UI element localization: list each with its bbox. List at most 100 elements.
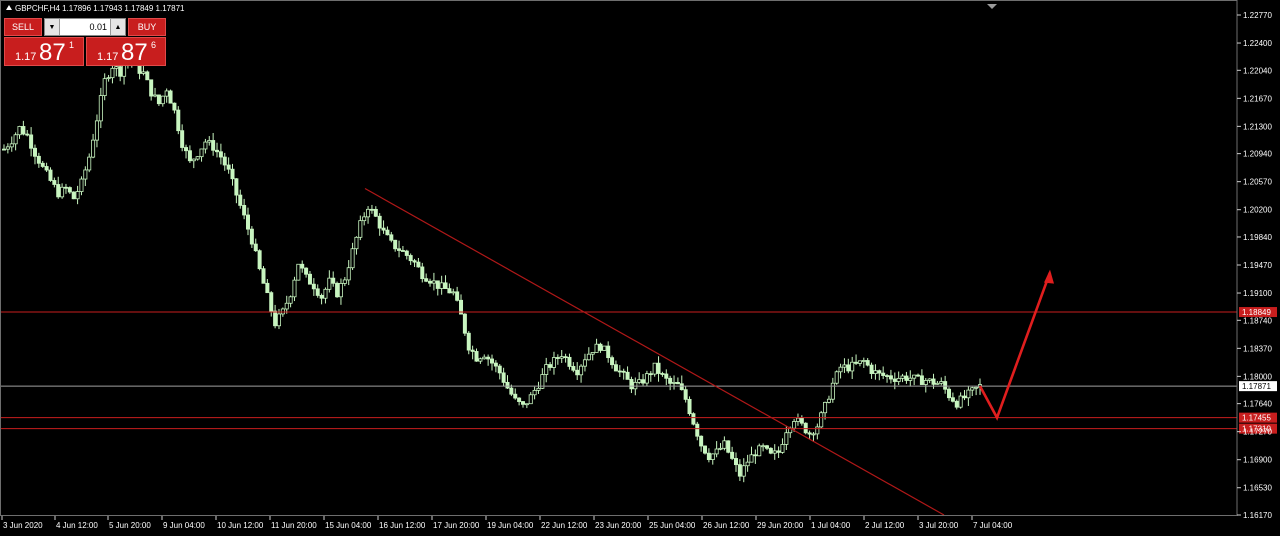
- candle: [699, 435, 704, 452]
- candle-body: [428, 280, 433, 284]
- candle: [94, 114, 99, 148]
- bid-price-box[interactable]: 1.17 87 1: [4, 37, 84, 66]
- buy-button[interactable]: BUY: [128, 18, 166, 36]
- chart-shift-marker-icon[interactable]: [987, 4, 997, 9]
- candle: [431, 272, 436, 291]
- candle-body: [912, 374, 917, 379]
- candle-body: [354, 236, 359, 250]
- candle-body: [226, 164, 231, 170]
- candle-body: [823, 401, 828, 414]
- candle: [741, 458, 746, 483]
- candle-body: [517, 397, 522, 402]
- y-tick-label: 1.16530: [1243, 484, 1272, 493]
- candle-body: [962, 395, 967, 399]
- candle-body: [710, 453, 715, 460]
- projection-arrow[interactable]: [978, 272, 1052, 421]
- candle-body: [292, 279, 297, 298]
- candle-body: [319, 295, 324, 299]
- candle-body: [184, 147, 189, 152]
- candle-body: [803, 422, 808, 434]
- candle-body: [974, 386, 979, 389]
- lot-increase-icon[interactable]: ▲: [110, 19, 125, 35]
- candle: [668, 375, 673, 391]
- x-tick-label: 15 Jun 04:00: [325, 521, 372, 530]
- candle-body: [350, 248, 355, 269]
- candle: [919, 369, 924, 385]
- candle-body: [94, 120, 99, 141]
- candle-body: [571, 366, 576, 371]
- candle-body: [199, 148, 204, 158]
- lot-size-field[interactable]: ▼ 0.01 ▲: [44, 18, 126, 36]
- candle: [63, 183, 68, 194]
- candle-body: [400, 250, 405, 252]
- candle: [912, 374, 917, 386]
- candle-body: [168, 90, 173, 104]
- candle: [342, 276, 347, 287]
- x-tick-label: 5 Jun 20:00: [109, 521, 151, 530]
- candle-body: [474, 351, 479, 362]
- candle: [625, 366, 630, 380]
- candle-body: [919, 375, 924, 385]
- candle: [737, 459, 742, 481]
- price-chart[interactable]: 1.188491.174551.173101.17871 1.227701.22…: [0, 0, 1280, 536]
- candle-body: [296, 263, 301, 281]
- candle-body: [892, 378, 897, 382]
- candle-body: [335, 282, 340, 298]
- candle-body: [718, 447, 723, 450]
- sell-button[interactable]: SELL: [4, 18, 42, 36]
- candle: [590, 352, 595, 361]
- candle-body: [784, 432, 789, 445]
- candle: [861, 357, 866, 368]
- candle-body: [610, 357, 615, 366]
- candle-body: [606, 345, 611, 359]
- candle-body: [377, 215, 382, 229]
- candle: [9, 136, 14, 152]
- ask-price-box[interactable]: 1.17 87 6: [86, 37, 166, 66]
- candle-body: [757, 445, 762, 457]
- candle-body: [660, 373, 665, 375]
- collapse-triangle-icon[interactable]: [6, 5, 12, 10]
- candle-body: [641, 379, 646, 384]
- candle-body: [373, 208, 378, 217]
- candle-body: [153, 94, 158, 97]
- candle-body: [648, 373, 653, 376]
- candle-body: [958, 395, 963, 408]
- candle-body: [939, 381, 944, 384]
- candle-body: [408, 255, 413, 262]
- lot-value[interactable]: 0.01: [61, 19, 109, 35]
- candle: [218, 143, 223, 165]
- candle-body: [381, 227, 386, 231]
- candle-body: [699, 435, 704, 447]
- y-tick-label: 1.19470: [1243, 261, 1272, 270]
- candle: [524, 403, 529, 409]
- candle-body: [21, 126, 26, 135]
- candle: [826, 395, 831, 404]
- candle: [315, 284, 320, 298]
- trendline[interactable]: [364, 187, 945, 516]
- ask-price-main: 87: [121, 39, 148, 66]
- candle: [172, 102, 177, 114]
- candle-body: [722, 440, 727, 449]
- x-tick-label: 2 Jul 12:00: [865, 521, 905, 530]
- candle-body: [637, 379, 642, 383]
- candle: [335, 281, 340, 298]
- y-tick-label: 1.18000: [1243, 372, 1272, 381]
- candle-body: [156, 94, 161, 105]
- candle: [896, 371, 901, 386]
- candle: [354, 236, 359, 255]
- candle: [881, 366, 886, 380]
- candle-body: [753, 454, 758, 457]
- candle-body: [71, 191, 76, 200]
- candle-body: [683, 389, 688, 400]
- candle-body: [792, 421, 797, 429]
- ask-price-prefix: 1.17: [97, 51, 119, 63]
- candle: [13, 132, 18, 151]
- candle: [776, 446, 781, 459]
- lot-decrease-icon[interactable]: ▼: [45, 19, 60, 35]
- candle-body: [17, 126, 22, 136]
- candle: [838, 363, 843, 379]
- bid-price-tag-label: 1.17871: [1242, 382, 1271, 391]
- candle-body: [172, 102, 177, 111]
- candle-body: [257, 250, 262, 270]
- y-tick-label: 1.17270: [1243, 428, 1272, 437]
